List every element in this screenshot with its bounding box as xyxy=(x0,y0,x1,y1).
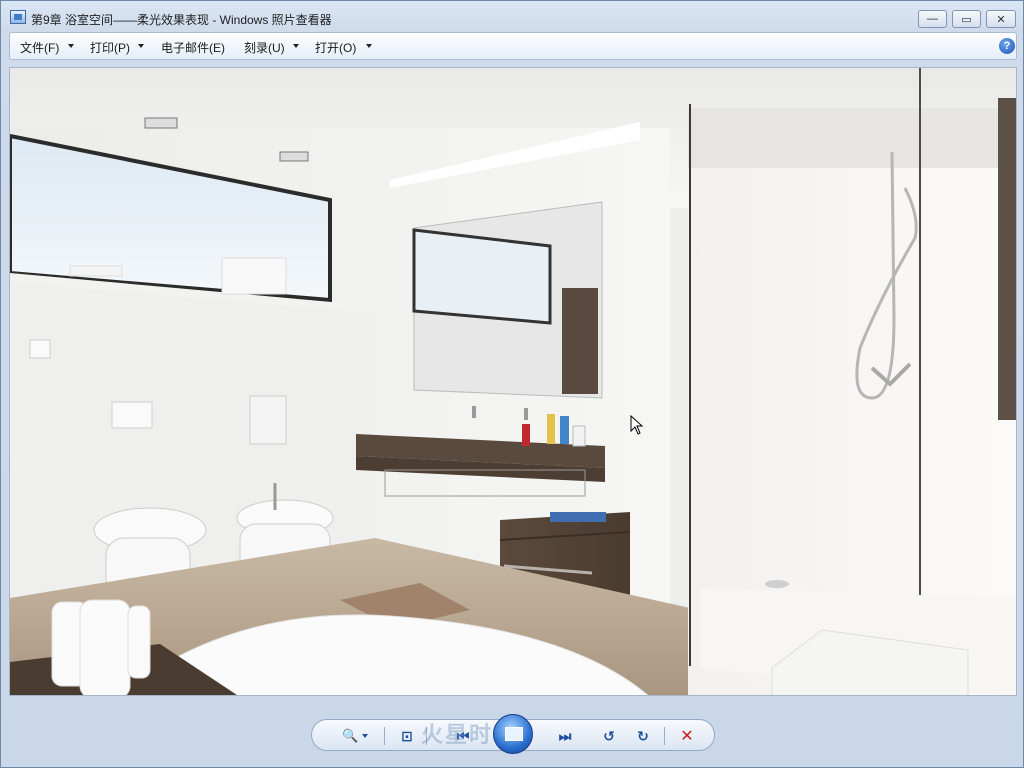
next-icon: ⏭ xyxy=(558,727,572,744)
menu-burn[interactable]: 刻录(U) xyxy=(244,39,285,56)
actual-size-button[interactable]: ⊡ xyxy=(396,728,418,744)
command-bar: 文件(F) 打印(P) 电子邮件(E) 刻录(U) 打开(O) ? xyxy=(9,32,1017,60)
menu-file[interactable]: 文件(F) xyxy=(20,39,59,56)
minimize-button[interactable]: — xyxy=(918,10,947,28)
close-button[interactable]: ✕ xyxy=(986,10,1016,28)
separator xyxy=(384,727,385,745)
chevron-down-icon[interactable] xyxy=(68,44,74,48)
separator xyxy=(664,727,665,745)
next-button[interactable]: ⏭ xyxy=(552,728,578,744)
rotate-clockwise-icon: ↻ xyxy=(637,727,649,744)
zoom-button[interactable]: 🔍 xyxy=(340,728,370,744)
photo-display[interactable] xyxy=(9,67,1017,696)
menu-email[interactable]: 电子邮件(E) xyxy=(161,39,225,56)
photo-viewer-window: 第9章 浴室空间——柔光效果表现 - Windows 照片查看器 — ▭ ✕ 文… xyxy=(0,0,1024,768)
menu-print[interactable]: 打印(P) xyxy=(90,39,130,56)
rotate-counterclockwise-button[interactable]: ↺ xyxy=(598,728,620,744)
chevron-down-icon xyxy=(361,734,368,738)
delete-button[interactable]: ✕ xyxy=(676,728,698,745)
chevron-down-icon[interactable] xyxy=(293,44,299,48)
photo-viewer-app-icon xyxy=(10,10,26,24)
title-bar[interactable]: 第9章 浴室空间——柔光效果表现 - Windows 照片查看器 — ▭ ✕ xyxy=(1,1,1023,31)
mouse-cursor xyxy=(630,414,644,438)
chevron-down-icon[interactable] xyxy=(366,44,372,48)
slideshow-button[interactable] xyxy=(493,714,533,754)
actual-size-icon: ⊡ xyxy=(401,727,413,744)
window-title: 第9章 浴室空间——柔光效果表现 - Windows 照片查看器 xyxy=(31,13,332,27)
chevron-down-icon[interactable] xyxy=(138,44,144,48)
help-icon[interactable]: ? xyxy=(999,38,1015,54)
delete-icon: ✕ xyxy=(680,728,694,745)
menu-open[interactable]: 打开(O) xyxy=(315,39,356,56)
maximize-button[interactable]: ▭ xyxy=(952,10,981,28)
bathroom-render-image xyxy=(10,68,1016,695)
magnifier-icon: 🔍 xyxy=(342,728,359,743)
rotate-clockwise-button[interactable]: ↻ xyxy=(632,728,654,744)
rotate-counterclockwise-icon: ↺ xyxy=(603,727,615,744)
